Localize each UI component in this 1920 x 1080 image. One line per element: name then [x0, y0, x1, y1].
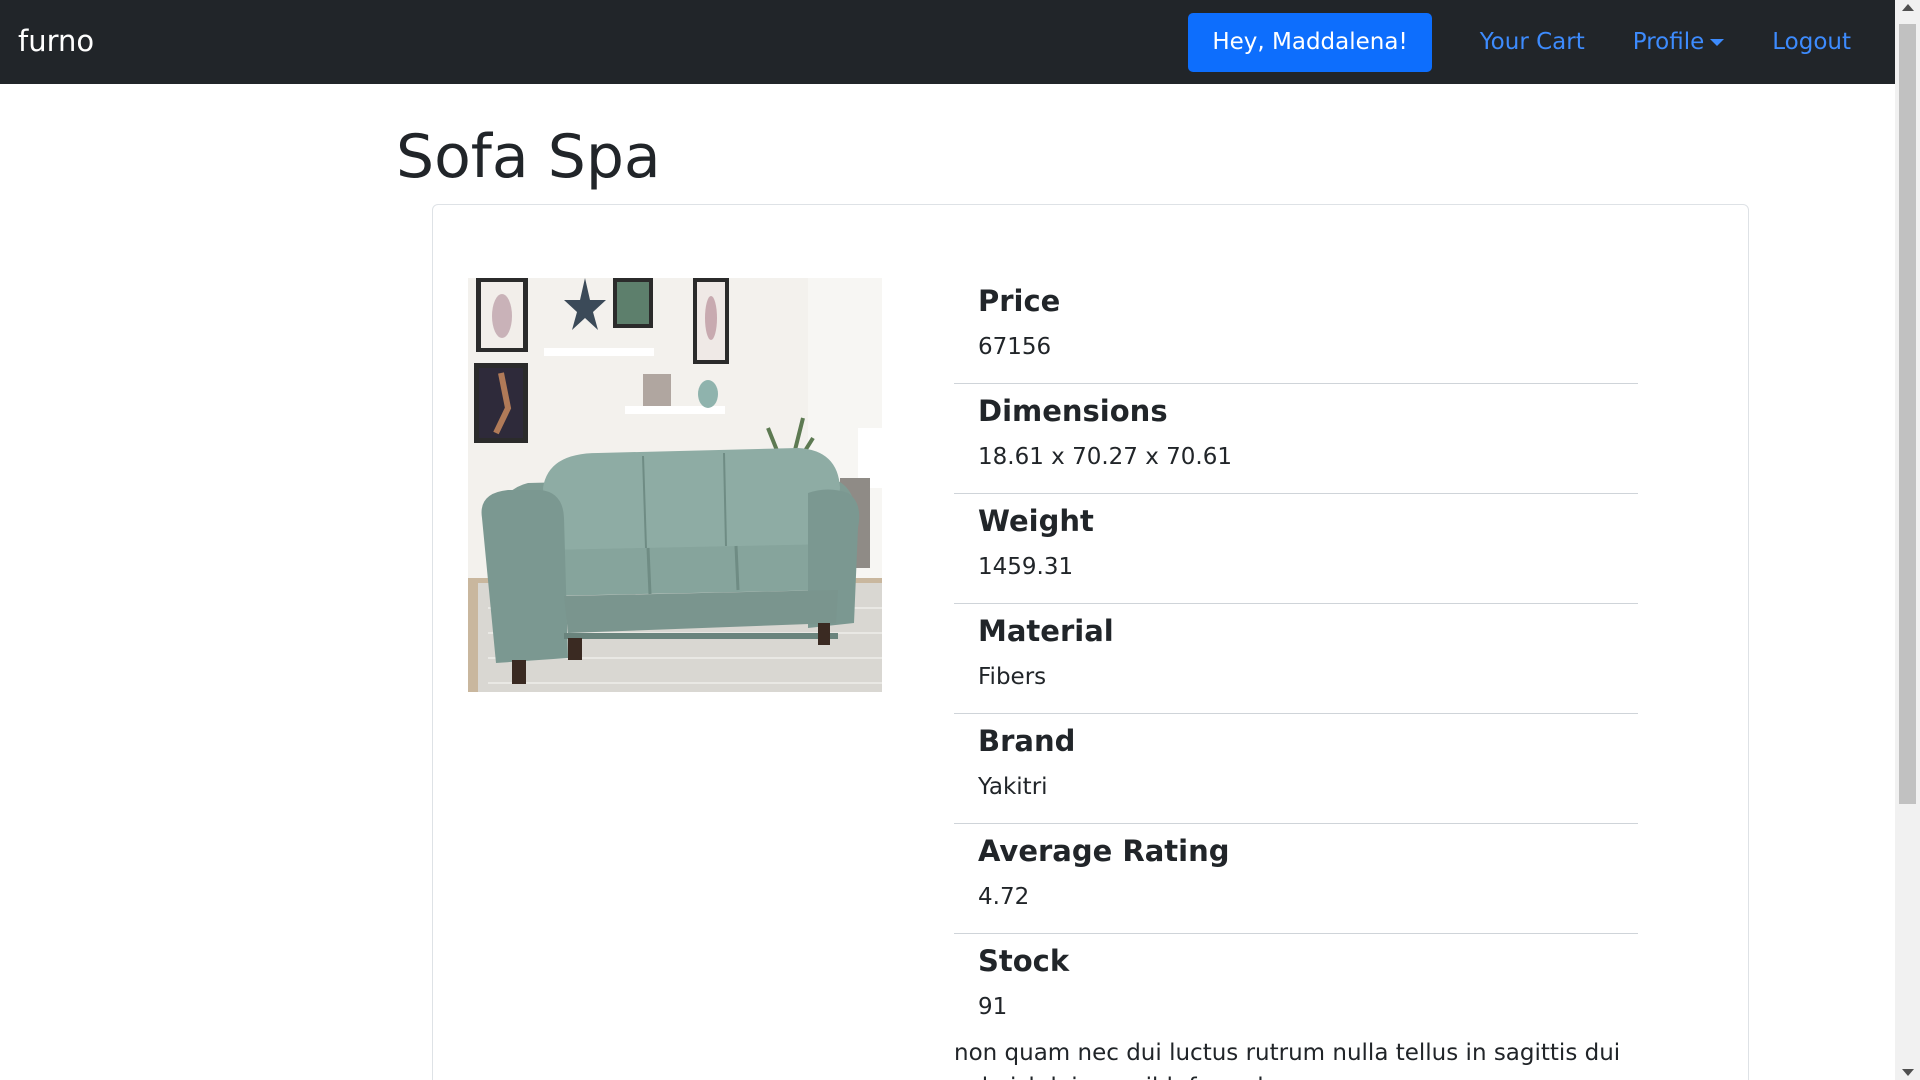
profile-label: Profile: [1632, 29, 1705, 55]
sofa-photo-icon: [468, 278, 882, 692]
product-image: [468, 278, 882, 692]
nav-link-logout[interactable]: Logout: [1772, 29, 1851, 55]
scrollbar-thumb[interactable]: [1899, 24, 1916, 804]
nav-right: Hey, Maddalena! Your Cart Profile Logout: [1188, 0, 1875, 84]
spec-dimensions: Dimensions 18.61 x 70.27 x 70.61: [954, 384, 1638, 494]
spec-label: Weight: [978, 504, 1094, 538]
spec-value: 91: [978, 994, 1008, 1020]
spec-value: 4.72: [978, 884, 1030, 910]
top-navbar: furno Hey, Maddalena! Your Cart Profile …: [0, 0, 1895, 84]
spec-label: Stock: [978, 944, 1070, 978]
spec-average-rating: Average Rating 4.72: [954, 824, 1638, 934]
nav-link-cart[interactable]: Your Cart: [1480, 29, 1585, 55]
spec-label: Dimensions: [978, 394, 1168, 428]
nav-link-profile[interactable]: Profile: [1633, 29, 1725, 55]
page-title: Sofa Spa: [396, 122, 661, 192]
greeting-button[interactable]: Hey, Maddalena!: [1188, 12, 1432, 72]
spec-value: 1459.31: [978, 554, 1074, 580]
spec-value: 18.61 x 70.27 x 70.61: [978, 444, 1232, 470]
spec-stock: Stock 91: [954, 934, 1638, 1044]
spec-label: Price: [978, 284, 1061, 318]
page-scrollbar[interactable]: [1895, 0, 1920, 1080]
product-description: non quam nec dui luctus rutrum nulla tel…: [954, 1040, 1621, 1080]
spec-value: Fibers: [978, 664, 1047, 690]
spec-value: Yakitri: [978, 774, 1048, 800]
spec-label: Brand: [978, 724, 1076, 758]
spec-material: Material Fibers: [954, 604, 1638, 714]
scroll-up-arrow-icon[interactable]: [1902, 4, 1914, 11]
scroll-down-arrow-icon[interactable]: [1902, 1069, 1914, 1076]
brand-link[interactable]: furno: [18, 24, 94, 58]
spec-brand: Brand Yakitri: [954, 714, 1638, 824]
spec-label: Material: [978, 614, 1114, 648]
caret-down-icon: [1710, 38, 1725, 46]
spec-label: Average Rating: [978, 834, 1230, 868]
product-specs: Price 67156 Dimensions 18.61 x 70.27 x 7…: [954, 274, 1638, 1044]
spec-value: 67156: [978, 334, 1052, 360]
spec-weight: Weight 1459.31: [954, 494, 1638, 604]
spec-price: Price 67156: [954, 274, 1638, 384]
